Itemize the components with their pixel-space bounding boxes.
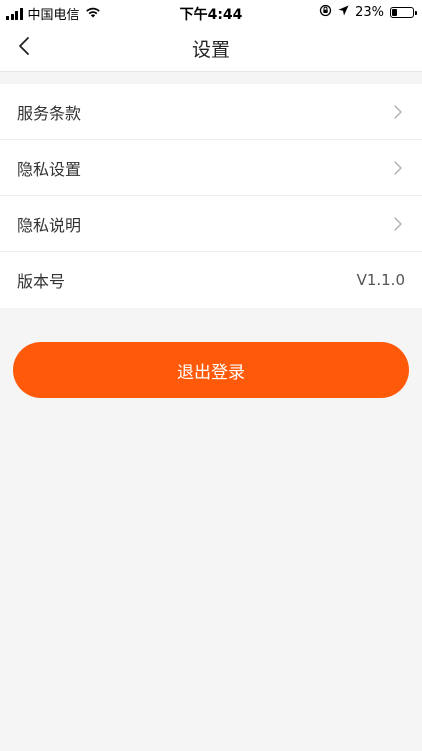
list-item-label: 隐私说明 xyxy=(17,215,82,235)
version-label: 版本号 xyxy=(17,272,66,291)
chevron-right-icon xyxy=(391,216,405,231)
list-item-privacy-policy[interactable]: 隐私说明 xyxy=(0,196,422,252)
status-bar-right: 23% xyxy=(319,4,417,21)
page-title: 设置 xyxy=(191,39,230,61)
battery-percent: 23% xyxy=(355,5,384,20)
settings-screen: 中国电信 下午4:44 23% 设置 服务条款 隐私设置 隐私说明 版本号 V1… xyxy=(0,0,422,751)
list-item-privacy-settings[interactable]: 隐私设置 xyxy=(0,140,422,196)
settings-list: 服务条款 隐私设置 隐私说明 版本号 V1.1.0 xyxy=(0,84,422,308)
orientation-lock-icon xyxy=(319,4,332,21)
version-value: V1.1.0 xyxy=(356,271,405,289)
chevron-right-icon xyxy=(391,104,405,119)
location-icon xyxy=(338,5,349,20)
list-item-terms-of-service[interactable]: 服务条款 xyxy=(0,84,422,140)
chevron-right-icon xyxy=(391,160,405,175)
nav-bar: 设置 xyxy=(0,24,422,72)
logout-button[interactable]: 退出登录 xyxy=(13,342,409,398)
battery-icon xyxy=(390,7,417,18)
list-item-version: 版本号 V1.1.0 xyxy=(0,252,422,308)
list-item-label: 隐私设置 xyxy=(17,159,82,179)
list-item-label: 服务条款 xyxy=(17,103,82,123)
status-bar: 中国电信 下午4:44 23% xyxy=(0,0,422,24)
battery-level xyxy=(392,9,397,16)
